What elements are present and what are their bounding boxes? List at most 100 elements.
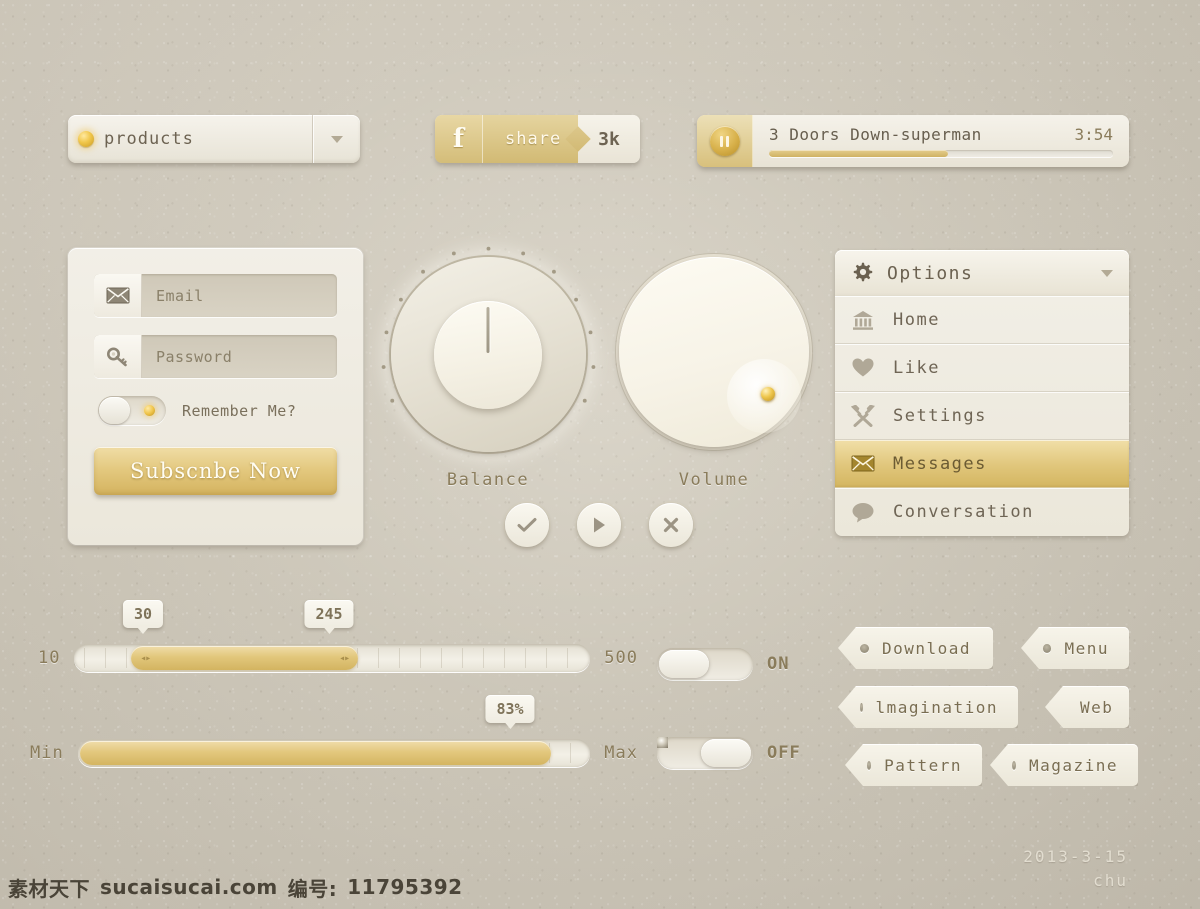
volume-knob-group: Volume [608,257,820,490]
tag-imagination[interactable]: lmagination [838,686,1018,728]
balance-knob-cap[interactable] [434,300,542,409]
tag-hole-icon [860,702,863,712]
remember-me-row: Remember Me? [98,396,337,425]
switch-off-label: OFF [767,743,801,763]
products-dropdown[interactable]: products [68,115,360,163]
balance-knob-label: Balance [446,470,530,490]
subscribe-button[interactable]: Subscnbe Now [94,447,337,495]
tag-hole-icon [867,760,872,770]
speech-bubble-icon [851,502,881,523]
player-track-time: 3:54 [1074,124,1113,144]
envelope-icon-svg [106,287,129,304]
tag-label: Menu [1064,638,1109,658]
password-input[interactable]: Password [142,335,337,378]
tag-pattern[interactable]: Pattern [845,744,982,786]
options-item-messages[interactable]: Messages [835,440,1129,488]
ui-kit-canvas: products f share 3k 3 Doors Down-superma… [0,0,1200,909]
facebook-f-icon[interactable]: f [435,115,483,163]
tag-hole-icon [1043,643,1052,653]
options-menu-header[interactable]: Options [835,250,1129,296]
switch-off-dot [657,737,668,748]
share-widget[interactable]: f share 3k [435,115,640,163]
switch-on[interactable] [657,648,753,680]
play-button[interactable] [577,503,621,547]
envelope-icon [851,455,881,472]
close-button[interactable] [649,503,693,547]
tag-download[interactable]: Download [838,627,993,669]
chevron-down-icon[interactable] [1101,269,1113,277]
options-item-home[interactable]: Home [835,296,1129,344]
options-item-label: Like [893,357,940,378]
player-body: 3 Doors Down-superman 3:54 [753,115,1129,167]
password-field[interactable]: Password [94,335,337,378]
email-field[interactable]: Email [94,274,337,317]
toggle-knob[interactable] [99,397,130,424]
range-handle-low[interactable]: ◂▸ [140,653,151,664]
remember-me-toggle[interactable] [98,396,166,425]
tag-web[interactable]: Web [1045,686,1129,728]
remember-me-label: Remember Me? [182,401,297,420]
volume-knob-label: Volume [678,470,750,490]
progress-slider-track[interactable] [77,739,591,767]
tools-icon [851,404,881,427]
check-icon [517,518,537,532]
share-button-label: share [505,129,562,149]
products-dropdown-label: products [104,129,194,149]
switch-on-knob[interactable] [659,650,709,678]
options-item-settings[interactable]: Settings [835,392,1129,440]
progress-max-label: Max [604,743,638,763]
tag-label: Web [1080,697,1114,717]
switch-on-label: ON [767,654,790,674]
player-track-title: 3 Doors Down-superman [769,124,982,144]
products-dropdown-caret[interactable] [312,115,360,163]
range-low-tooltip: 30 [122,600,164,628]
pause-icon [709,126,740,156]
gear-icon [853,262,873,282]
tag-label: Magazine [1028,755,1118,775]
range-high-tooltip: 245 [304,600,354,628]
progress-min-label: Min [30,743,64,763]
login-panel: Email Password Remember Me? Subscnbe Now [68,248,363,545]
switch-off-knob[interactable] [701,739,751,767]
close-x-icon [663,517,679,533]
options-item-like[interactable]: Like [835,344,1129,392]
balance-knob-group: Balance [378,246,598,490]
options-item-label: Settings [893,405,987,426]
options-item-label: Conversation [893,502,1034,522]
switch-on-row: ON [657,648,789,680]
player-progress-fill [769,149,948,157]
tag-label: Pattern [884,755,962,775]
range-slider-group: 30 245 10 ◂▸ ◂▸ 500 [38,600,638,672]
progress-slider-group: 83% Min Max [30,695,638,767]
options-menu-list: Home Like Settings Messages Conversation [835,296,1129,536]
range-slider-fill[interactable]: ◂▸ ◂▸ [131,646,359,670]
email-input[interactable]: Email [142,274,337,317]
speech-bubble-icon-svg [852,502,874,522]
volume-knob[interactable] [619,257,809,447]
progress-slider-row: Min Max [30,739,638,767]
chevron-down-icon [330,135,343,143]
range-min-label: 10 [38,648,61,668]
tag-menu[interactable]: Menu [1021,627,1129,669]
player-progress-track[interactable] [769,149,1113,157]
options-item-label: Messages [893,453,987,474]
range-max-label: 500 [604,648,638,668]
options-item-conversation[interactable]: Conversation [835,488,1129,536]
progress-slider-fill [79,741,552,765]
range-slider-track[interactable]: ◂▸ ◂▸ [74,644,591,672]
progress-value-tooltip: 83% [485,695,535,723]
heart-icon-svg [852,358,874,377]
range-slider-row: 10 ◂▸ ◂▸ 500 [38,644,638,672]
bank-icon-svg [853,310,873,330]
bulb-icon [78,131,94,147]
envelope-icon [94,274,142,317]
tag-magazine[interactable]: Magazine [990,744,1138,786]
check-button[interactable] [505,503,549,547]
player-pause-button[interactable] [697,115,753,167]
options-item-label: Home [893,309,940,330]
switch-off[interactable] [657,737,753,769]
share-button[interactable]: share [483,115,591,163]
bulb-icon-wrap [68,131,104,147]
range-handle-high[interactable]: ◂▸ [339,653,350,664]
balance-knob[interactable] [381,246,595,452]
